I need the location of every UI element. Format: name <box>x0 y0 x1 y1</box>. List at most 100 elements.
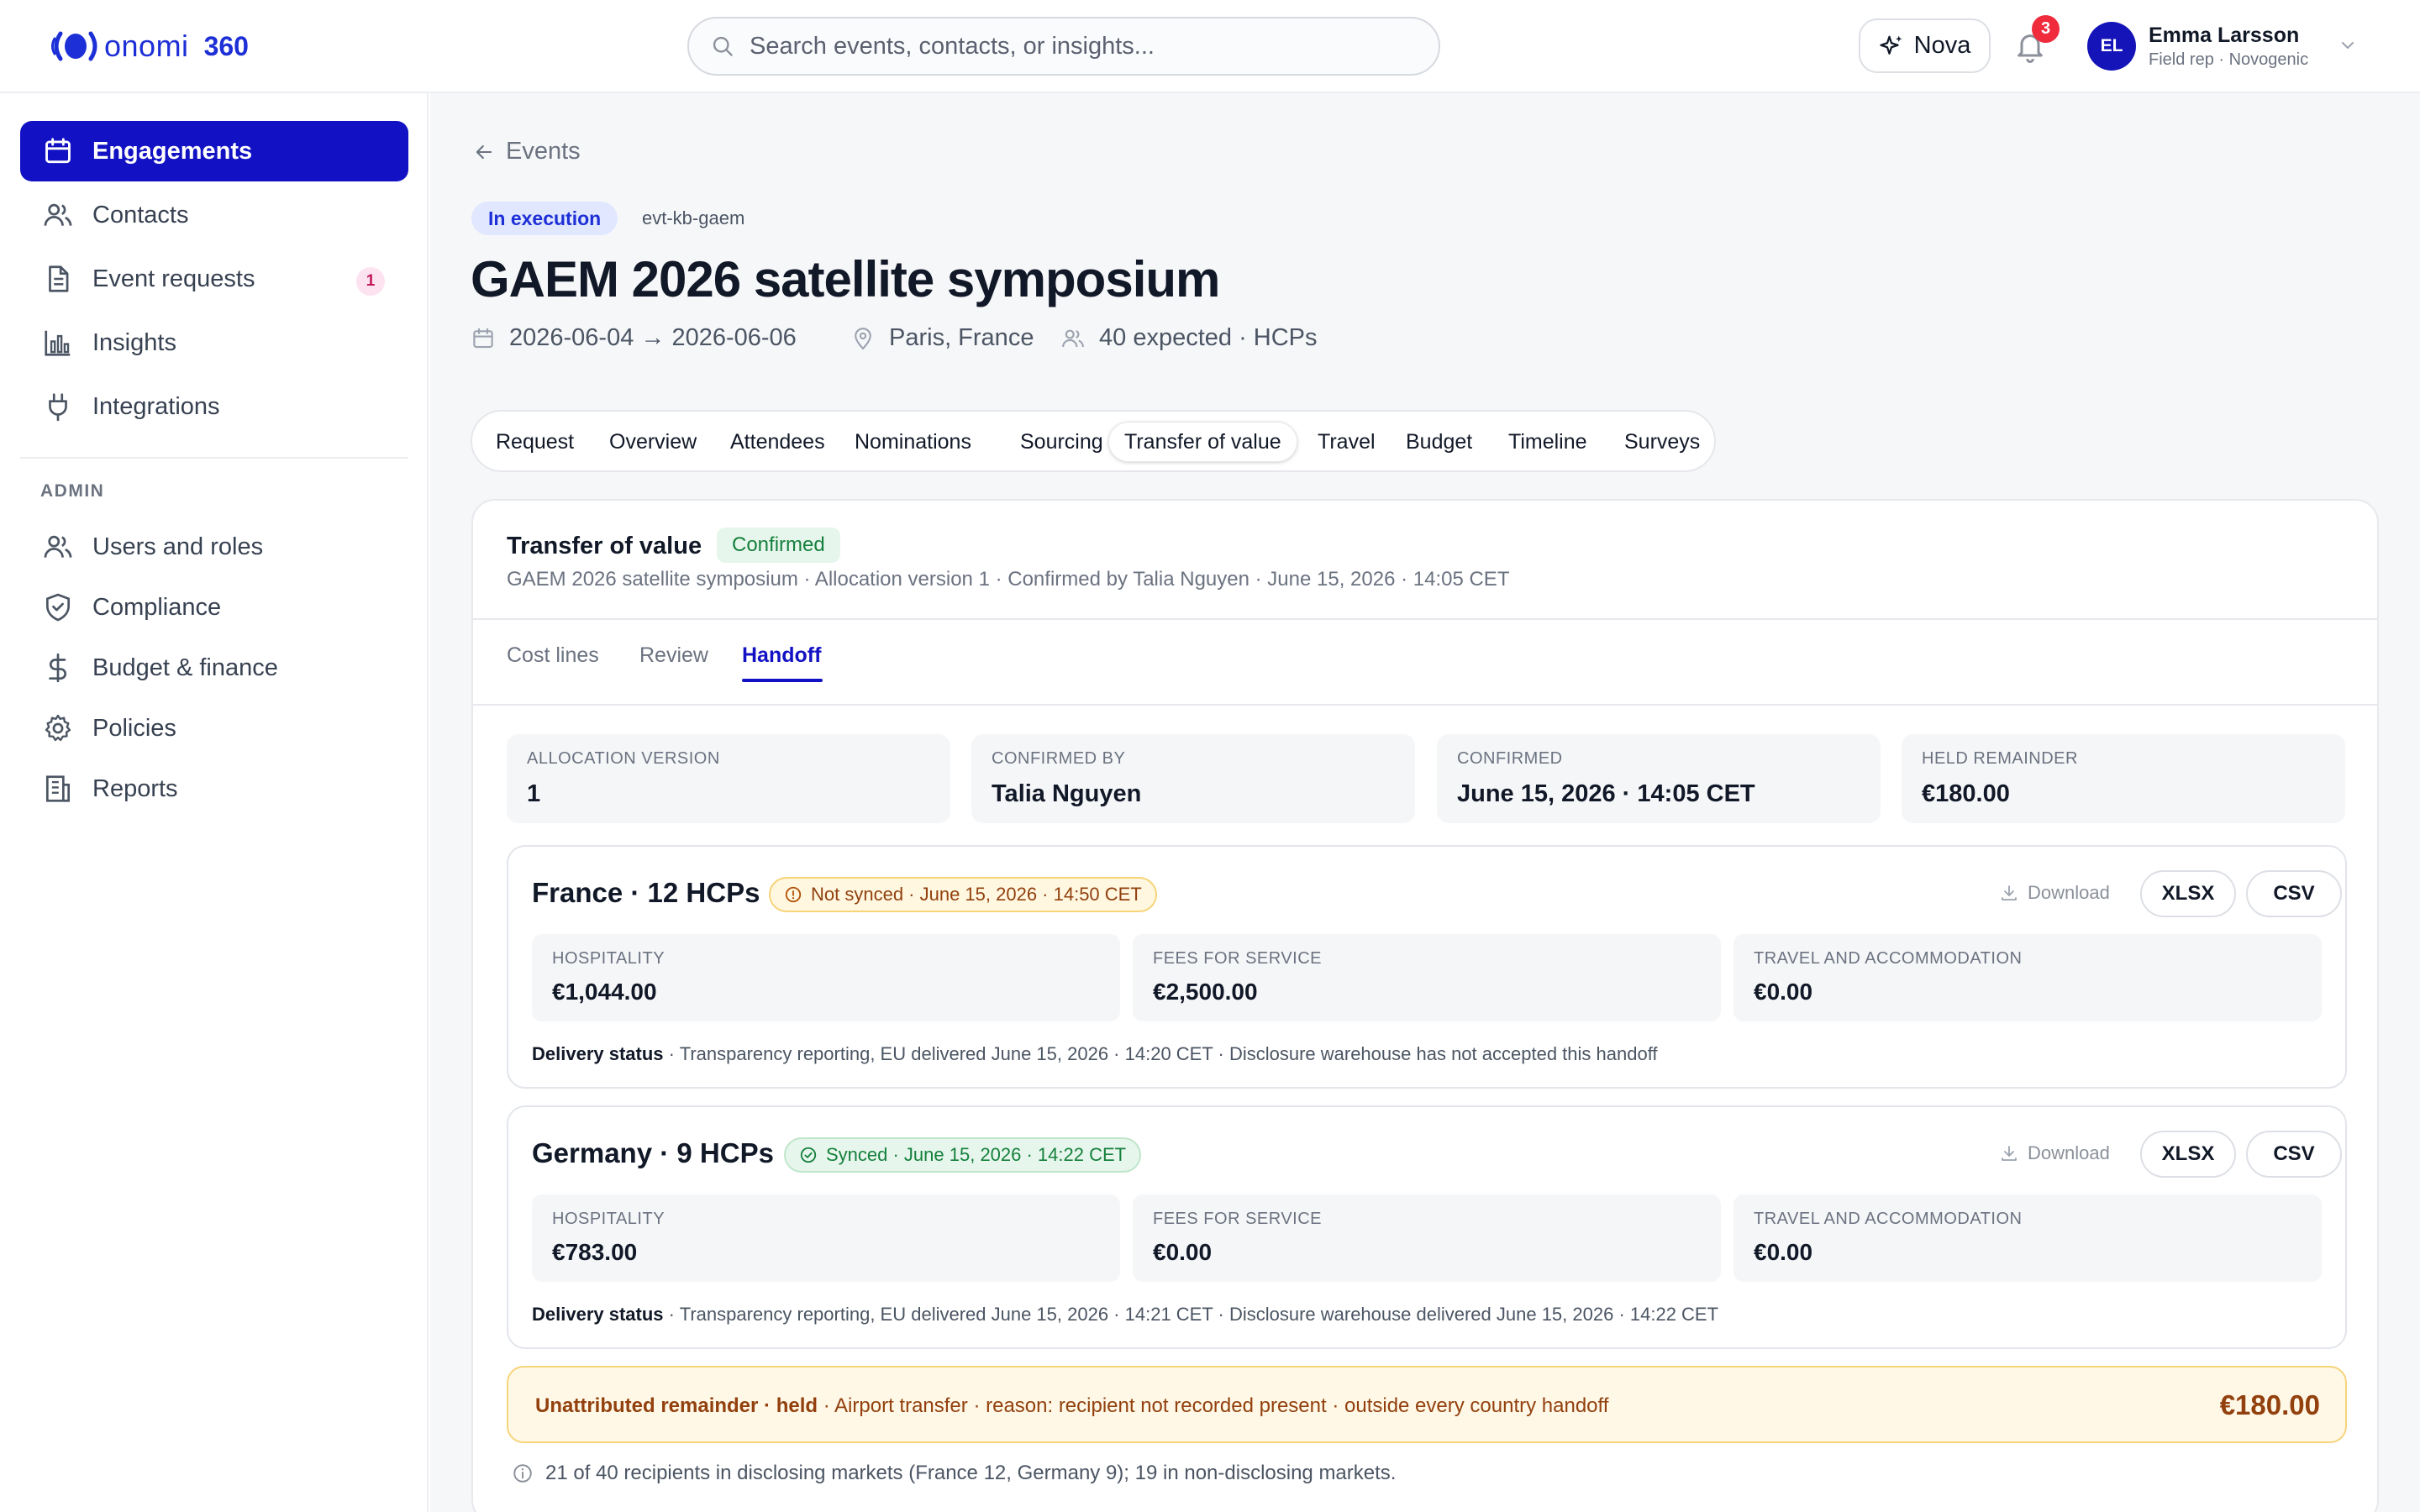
sidebar-divider <box>20 457 408 459</box>
shield-icon <box>45 593 71 622</box>
chevron-down-icon[interactable] <box>2338 35 2358 55</box>
stat-confirmed-by: CONFIRMED BY Talia Nguyen <box>971 734 1415 823</box>
tab-surveys[interactable]: Surveys <box>1609 422 1715 462</box>
stat-value: June 15, 2026 · 14:05 CET <box>1457 780 1755 807</box>
stat-label: CONFIRMED <box>1457 749 1563 768</box>
nova-assistant-button[interactable]: Nova <box>1859 18 1991 73</box>
stat-value: Talia Nguyen <box>992 780 1142 807</box>
download-xlsx-button[interactable]: XLSX <box>2140 1131 2236 1178</box>
download-csv-button[interactable]: CSV <box>2246 870 2342 917</box>
dollar-icon <box>49 653 66 683</box>
subtab-cost-lines[interactable]: Cost lines <box>507 643 599 668</box>
sidebar-item-label: Users and roles <box>92 533 264 560</box>
held-remainder-title: Unattributed remainder · held <box>535 1394 818 1417</box>
stat-allocation-version: ALLOCATION VERSION 1 <box>507 734 950 823</box>
nova-label: Nova <box>1913 32 1971 59</box>
tab-overview[interactable]: Overview <box>594 422 712 462</box>
sidebar-item-label: Engagements <box>92 137 253 165</box>
country-name: Germany · 9 HCPs <box>532 1137 774 1168</box>
amount-value: €1,044.00 <box>552 979 657 1005</box>
amount-fees-for-service: FEES FOR SERVICE €0.00 <box>1133 1194 1721 1282</box>
tab-attendees[interactable]: Attendees <box>715 422 840 462</box>
delivery-status-text: · Transparency reporting, EU delivered J… <box>668 1304 1719 1325</box>
tab-travel[interactable]: Travel <box>1302 422 1391 462</box>
amount-label: FEES FOR SERVICE <box>1153 1210 1323 1228</box>
download-text: Download <box>2028 882 2110 903</box>
search-bar[interactable] <box>687 17 1440 76</box>
sparkle-icon <box>1880 35 1902 55</box>
back-label: Events <box>506 138 581 165</box>
brand-logo[interactable]: onomi 360 <box>50 27 249 66</box>
document-icon <box>49 265 69 292</box>
users-icon <box>44 203 72 226</box>
download-icon <box>2002 1146 2017 1161</box>
tab-request[interactable]: Request <box>481 422 589 462</box>
top-bar: onomi 360 Nova 3 EL Emma Larsson Field r… <box>0 0 2420 93</box>
download-label: Download <box>1999 1142 2110 1164</box>
tab-budget[interactable]: Budget <box>1391 422 1487 462</box>
amount-label: HOSPITALITY <box>552 1210 666 1228</box>
check-circle-icon <box>800 1147 817 1163</box>
tab-transfer-of-value[interactable]: Transfer of value <box>1108 422 1297 462</box>
bar-chart-icon <box>45 330 71 356</box>
download-text: Download <box>2028 1142 2110 1163</box>
sidebar-item-label: Compliance <box>92 593 222 621</box>
sidebar-item-insights[interactable]: Insights <box>20 312 408 373</box>
search-input[interactable] <box>750 32 1405 60</box>
amount-value: €783.00 <box>552 1239 638 1265</box>
download-csv-button[interactable]: CSV <box>2246 1131 2342 1178</box>
divider <box>473 704 2377 706</box>
sidebar-item-contacts[interactable]: Contacts <box>20 185 408 245</box>
amount-hospitality: HOSPITALITY €783.00 <box>532 1194 1120 1282</box>
active-subtab-indicator <box>742 679 823 682</box>
amount-label: FEES FOR SERVICE <box>1153 949 1323 968</box>
sidebar: Engagements Contacts Event requests 1 In… <box>0 93 429 1512</box>
sidebar-item-compliance[interactable]: Compliance <box>20 577 408 638</box>
card-title: Transfer of value <box>507 533 702 559</box>
event-id: evt-kb-gaem <box>642 207 745 228</box>
sidebar-item-budget-finance[interactable]: Budget & finance <box>20 638 408 698</box>
confirmed-badge: Confirmed <box>717 528 840 563</box>
user-name[interactable]: Emma Larsson <box>2149 24 2299 48</box>
tab-nominations[interactable]: Nominations <box>839 422 986 462</box>
users-icon <box>1062 329 1084 347</box>
held-remainder-amount: €180.00 <box>2219 1389 2320 1420</box>
stat-value: €180.00 <box>1922 780 2010 807</box>
tab-sourcing[interactable]: Sourcing <box>1005 422 1118 462</box>
amount-label: TRAVEL AND ACCOMMODATION <box>1754 1210 2023 1228</box>
event-dates: 2026-06-04 → 2026-06-06 <box>471 324 797 352</box>
sidebar-item-label: Reports <box>92 774 178 802</box>
sidebar-item-integrations[interactable]: Integrations <box>20 376 408 437</box>
subtab-handoff[interactable]: Handoff <box>742 643 821 668</box>
download-icon <box>2002 885 2017 900</box>
arrow-left-icon <box>476 144 492 159</box>
stat-held-remainder: HELD REMAINDER €180.00 <box>1902 734 2345 823</box>
transfer-of-value-card: Transfer of value Confirmed GAEM 2026 sa… <box>471 499 2379 1512</box>
sidebar-item-engagements[interactable]: Engagements <box>20 121 408 181</box>
avatar[interactable]: EL <box>2087 22 2136 71</box>
logo-mark-icon <box>51 31 97 61</box>
sidebar-item-users-and-roles[interactable]: Users and roles <box>20 517 408 577</box>
stat-value: 1 <box>527 780 541 807</box>
subtab-review[interactable]: Review <box>639 643 708 668</box>
country-name: France · 12 HCPs <box>532 877 760 908</box>
gear-icon <box>45 714 71 742</box>
delivery-status-label: Delivery status <box>532 1304 664 1325</box>
tab-timeline[interactable]: Timeline <box>1493 422 1602 462</box>
map-pin-icon <box>855 327 871 349</box>
sidebar-item-policies[interactable]: Policies <box>20 698 408 759</box>
back-to-events-link[interactable]: Events <box>472 138 581 165</box>
sidebar-item-reports[interactable]: Reports <box>20 759 408 819</box>
footnote-text: 21 of 40 recipients in disclosing market… <box>545 1462 1397 1484</box>
sidebar-item-label: Budget & finance <box>92 654 278 681</box>
stat-label: HELD REMAINDER <box>1922 749 2078 768</box>
sidebar-item-label: Policies <box>92 714 176 742</box>
download-xlsx-button[interactable]: XLSX <box>2140 870 2236 917</box>
sidebar-item-label: Insights <box>92 328 176 356</box>
stat-label: ALLOCATION VERSION <box>527 749 720 768</box>
event-dates-text: 2026-06-04 → 2026-06-06 <box>509 324 797 351</box>
amount-value: €0.00 <box>1153 1239 1213 1265</box>
sidebar-item-event-requests[interactable]: Event requests 1 <box>20 249 408 309</box>
recipients-footnote: 21 of 40 recipients in disclosing market… <box>512 1462 1396 1485</box>
delivery-status: Delivery status · Transparency reporting… <box>532 1043 1658 1065</box>
